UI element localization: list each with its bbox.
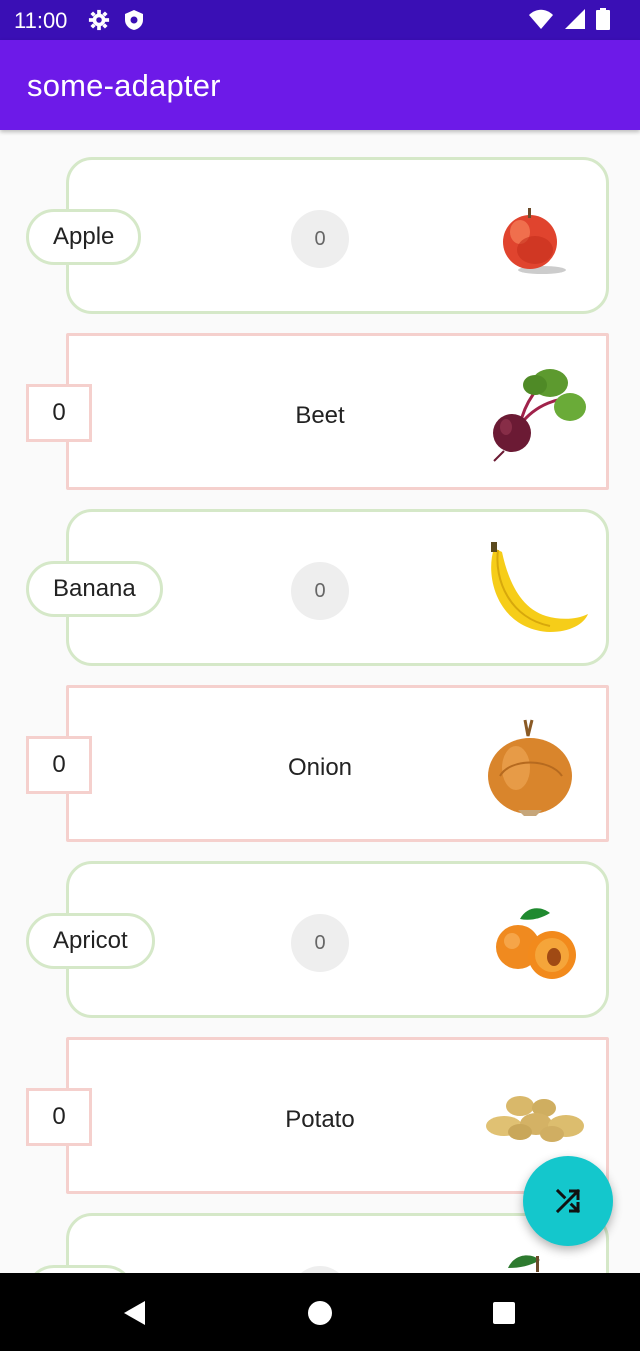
produce-list[interactable]: Apple 0 0 Beet Banana 0 0 Onion Apricot …	[0, 130, 640, 1273]
apple-image	[503, 208, 566, 274]
status-bar: 11:00	[0, 0, 640, 40]
beet-image	[493, 369, 586, 462]
shuffle-icon	[555, 1188, 581, 1214]
wifi-icon	[529, 9, 553, 29]
app-bar: some-adapter	[0, 40, 640, 130]
back-icon[interactable]	[123, 1300, 147, 1326]
count-badge[interactable]: 0	[291, 914, 349, 972]
home-icon[interactable]	[308, 1301, 332, 1325]
fruit-name-chip[interactable]: Apricot	[26, 913, 155, 969]
battery-icon	[596, 8, 610, 30]
banana-image	[491, 542, 588, 632]
fruit-image	[508, 1255, 540, 1272]
vegetable-name: Potato	[285, 1106, 355, 1133]
shield-icon	[125, 10, 143, 30]
signal-icon	[565, 9, 585, 29]
navigation-bar	[0, 1273, 640, 1351]
onion-image	[488, 719, 572, 816]
vegetable-name: Onion	[287, 754, 353, 781]
count-badge[interactable]: 0	[291, 210, 349, 268]
status-time: 11:00	[14, 8, 68, 33]
app-title: some-adapter	[27, 68, 221, 103]
fruit-name-chip[interactable]: Apple	[26, 209, 142, 265]
count-badge[interactable]: 0	[291, 562, 349, 620]
shuffle-button[interactable]	[523, 1156, 613, 1246]
settings-icon	[88, 9, 110, 31]
fruit-name-chip[interactable]: Banana	[26, 561, 163, 617]
potato-image	[486, 1096, 584, 1142]
vegetable-name: Beet	[295, 402, 345, 429]
recents-icon[interactable]	[492, 1301, 516, 1325]
count-badge[interactable]: 0	[26, 384, 92, 442]
count-badge[interactable]: 0	[26, 1088, 92, 1146]
count-badge[interactable]: 0	[26, 736, 92, 794]
apricot-image	[496, 908, 576, 979]
